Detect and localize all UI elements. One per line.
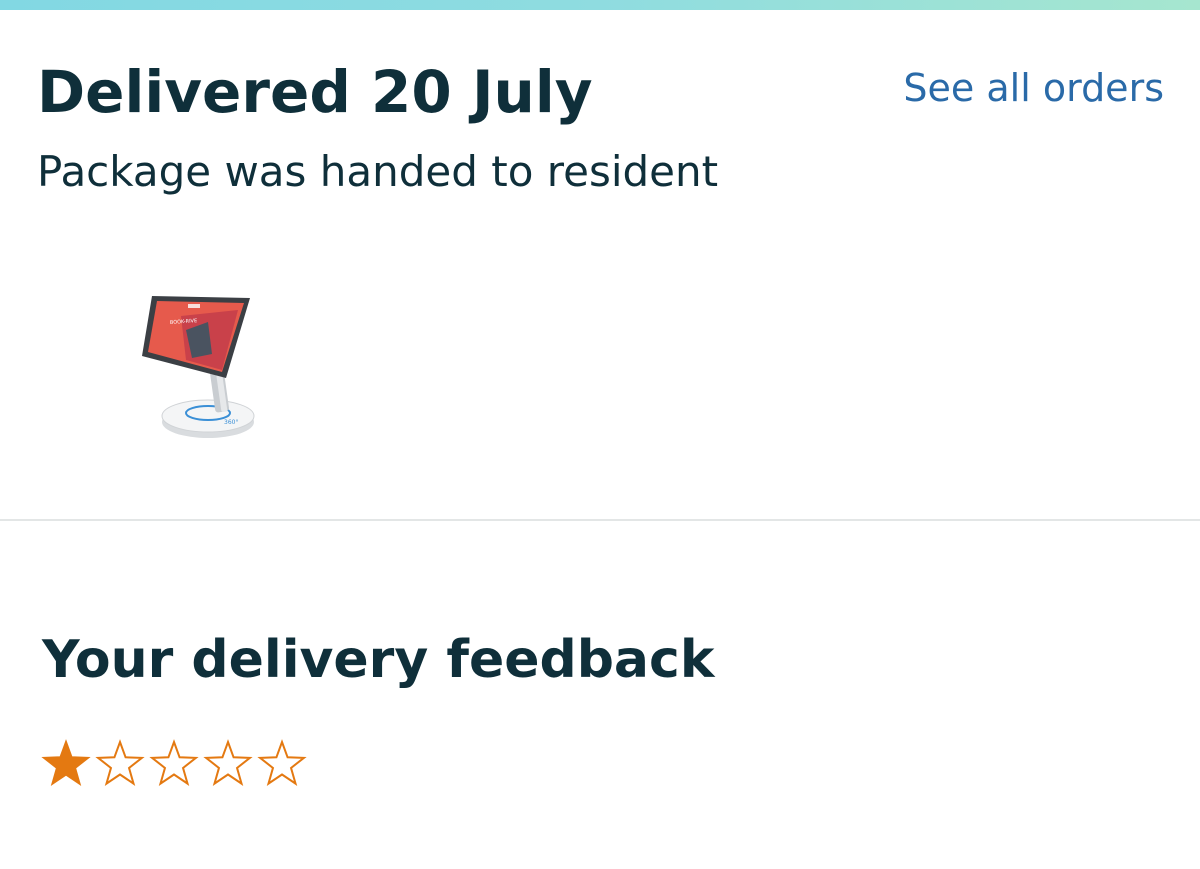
star-empty-icon[interactable]: [148, 738, 200, 790]
delivery-rating[interactable]: [40, 738, 308, 790]
top-gradient-bar: [0, 0, 1200, 10]
star-empty-icon[interactable]: [202, 738, 254, 790]
star-empty-icon[interactable]: [256, 738, 308, 790]
feedback-title: Your delivery feedback: [42, 630, 715, 690]
star-empty-icon[interactable]: [94, 738, 146, 790]
svg-text:360°: 360°: [224, 419, 238, 426]
delivery-page: Delivered 20 July See all orders Package…: [0, 0, 1200, 869]
section-divider: [0, 519, 1200, 521]
delivery-title: Delivered 20 July: [37, 58, 593, 126]
delivery-status: Package was handed to resident: [37, 147, 719, 196]
see-all-orders-link[interactable]: See all orders: [903, 64, 1164, 112]
tablet-stand-product-image[interactable]: 360° BOOK-RIVE: [126, 270, 276, 450]
star-filled-icon[interactable]: [40, 738, 92, 790]
